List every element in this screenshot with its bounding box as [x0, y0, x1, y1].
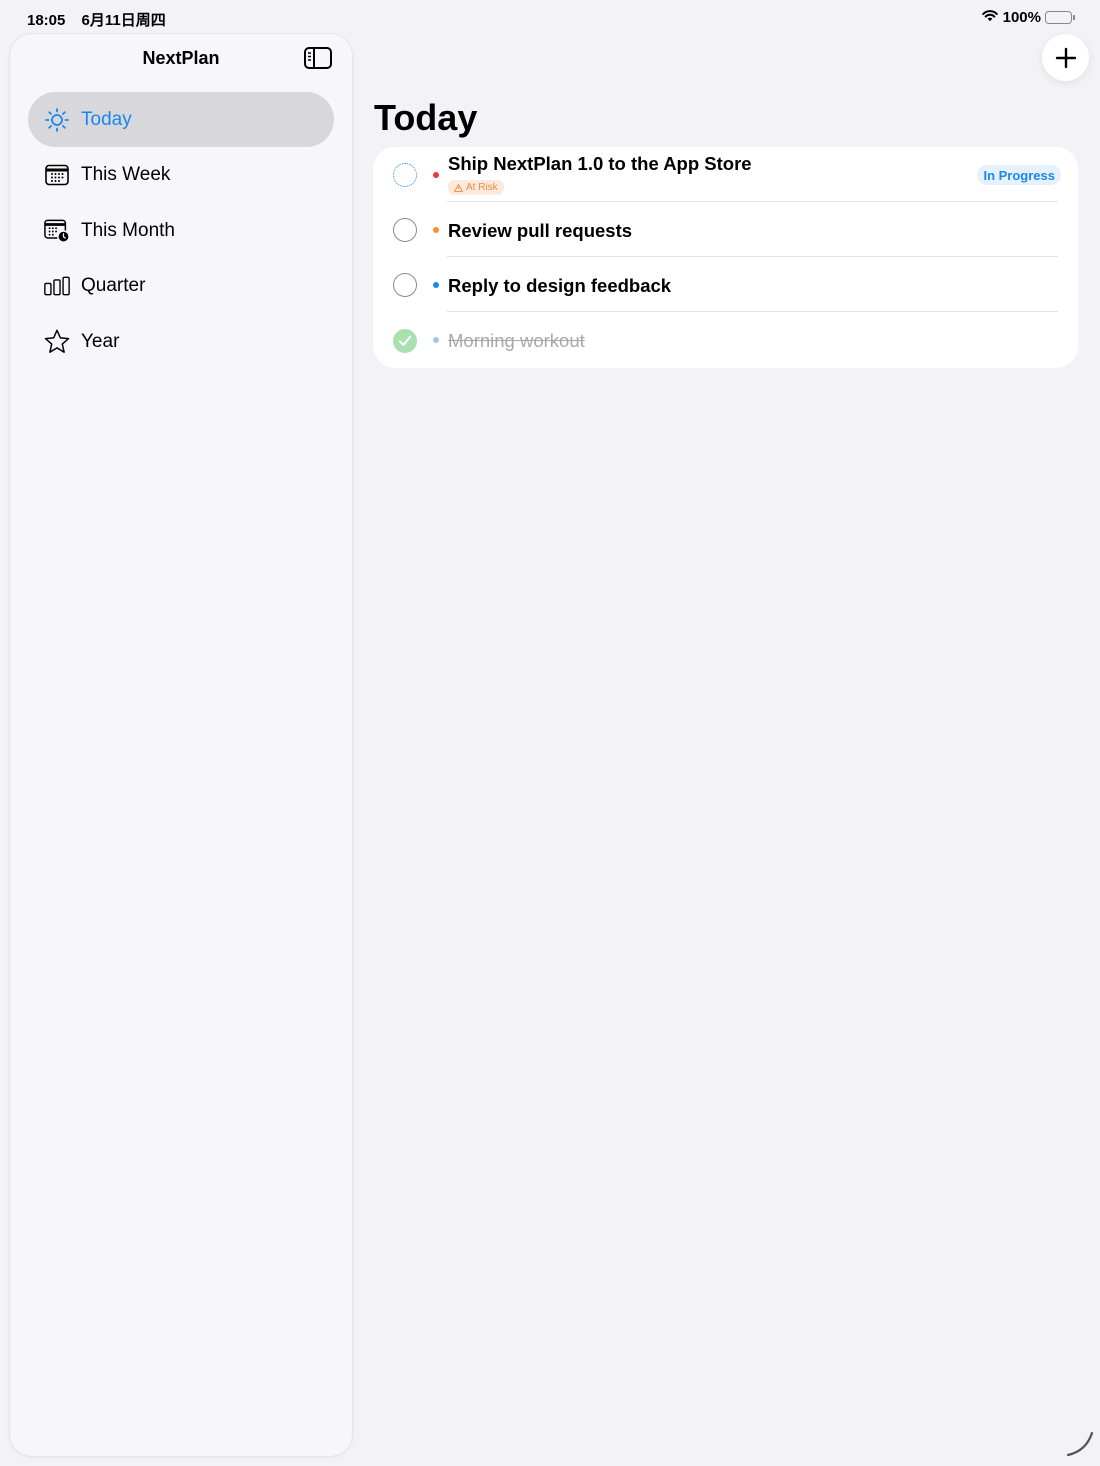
task-row[interactable]: Review pull requests: [373, 202, 1078, 257]
task-title[interactable]: Ship NextPlan 1.0 to the App Store: [448, 153, 752, 175]
priority-dot: [433, 172, 439, 178]
priority-dot: [433, 282, 439, 288]
calendar-clock-icon: [44, 218, 70, 244]
sidebar-item-today[interactable]: Today: [28, 92, 334, 147]
page-title: Today: [374, 97, 478, 138]
status-date: 6月11日周四: [81, 12, 166, 29]
sidebar-header: NextPlan: [10, 34, 352, 82]
status-bar: 18:05 6月11日周四 100%: [0, 0, 1100, 34]
priority-dot: [433, 227, 439, 233]
task-checkbox-in-progress[interactable]: [393, 163, 417, 187]
sidebar-item-label: Year: [81, 330, 120, 352]
sun-icon: [44, 107, 70, 133]
task-row[interactable]: Morning workout: [373, 312, 1078, 367]
plus-icon: [1055, 47, 1076, 68]
star-icon: [44, 329, 70, 355]
task-row[interactable]: Reply to design feedback: [373, 257, 1078, 312]
sidebar-item-this-month[interactable]: This Month: [28, 203, 334, 258]
calendar-icon: [44, 162, 70, 188]
resize-handle-icon: [1066, 1431, 1094, 1457]
risk-badge: At Risk: [448, 180, 504, 195]
app-title: NextPlan: [142, 48, 220, 68]
priority-dot: [433, 337, 439, 343]
sidebar-toggle-button[interactable]: [304, 47, 332, 69]
warning-icon: [454, 183, 463, 192]
wifi-icon: [981, 8, 999, 26]
sidebar-item-label: This Week: [81, 164, 171, 185]
task-row[interactable]: Ship NextPlan 1.0 to the App Store At Ri…: [373, 147, 1078, 202]
task-checkbox[interactable]: [393, 273, 417, 297]
status-time: 18:05: [27, 12, 66, 29]
sidebar-item-year[interactable]: Year: [28, 314, 334, 369]
task-checkbox[interactable]: [393, 218, 417, 242]
resize-handle[interactable]: [1066, 1429, 1096, 1462]
sidebar-item-label: Today: [81, 108, 132, 130]
sidebar-icon: [304, 47, 332, 69]
sidebar: NextPlan Today This Week This Month Quar…: [10, 34, 352, 1456]
task-title[interactable]: Morning workout: [448, 330, 585, 352]
sidebar-item-label: This Month: [81, 219, 175, 241]
task-title[interactable]: Review pull requests: [448, 220, 632, 242]
battery-percentage: 100%: [1002, 8, 1041, 26]
risk-label: At Risk: [466, 182, 498, 193]
checkmark-icon: [399, 336, 411, 346]
sidebar-nav: Today This Week This Month Quarter Year: [28, 92, 334, 370]
bars-icon: [44, 273, 70, 299]
task-list: Ship NextPlan 1.0 to the App Store At Ri…: [373, 147, 1078, 368]
task-title[interactable]: Reply to design feedback: [448, 275, 671, 297]
task-checkbox-done[interactable]: [393, 329, 417, 353]
sidebar-item-label: Quarter: [81, 275, 146, 296]
battery-icon: [1045, 10, 1075, 24]
sidebar-item-this-week[interactable]: This Week: [28, 148, 334, 203]
sidebar-item-quarter[interactable]: Quarter: [28, 259, 334, 314]
status-badge: In Progress: [977, 165, 1061, 185]
add-task-button[interactable]: [1042, 34, 1089, 81]
